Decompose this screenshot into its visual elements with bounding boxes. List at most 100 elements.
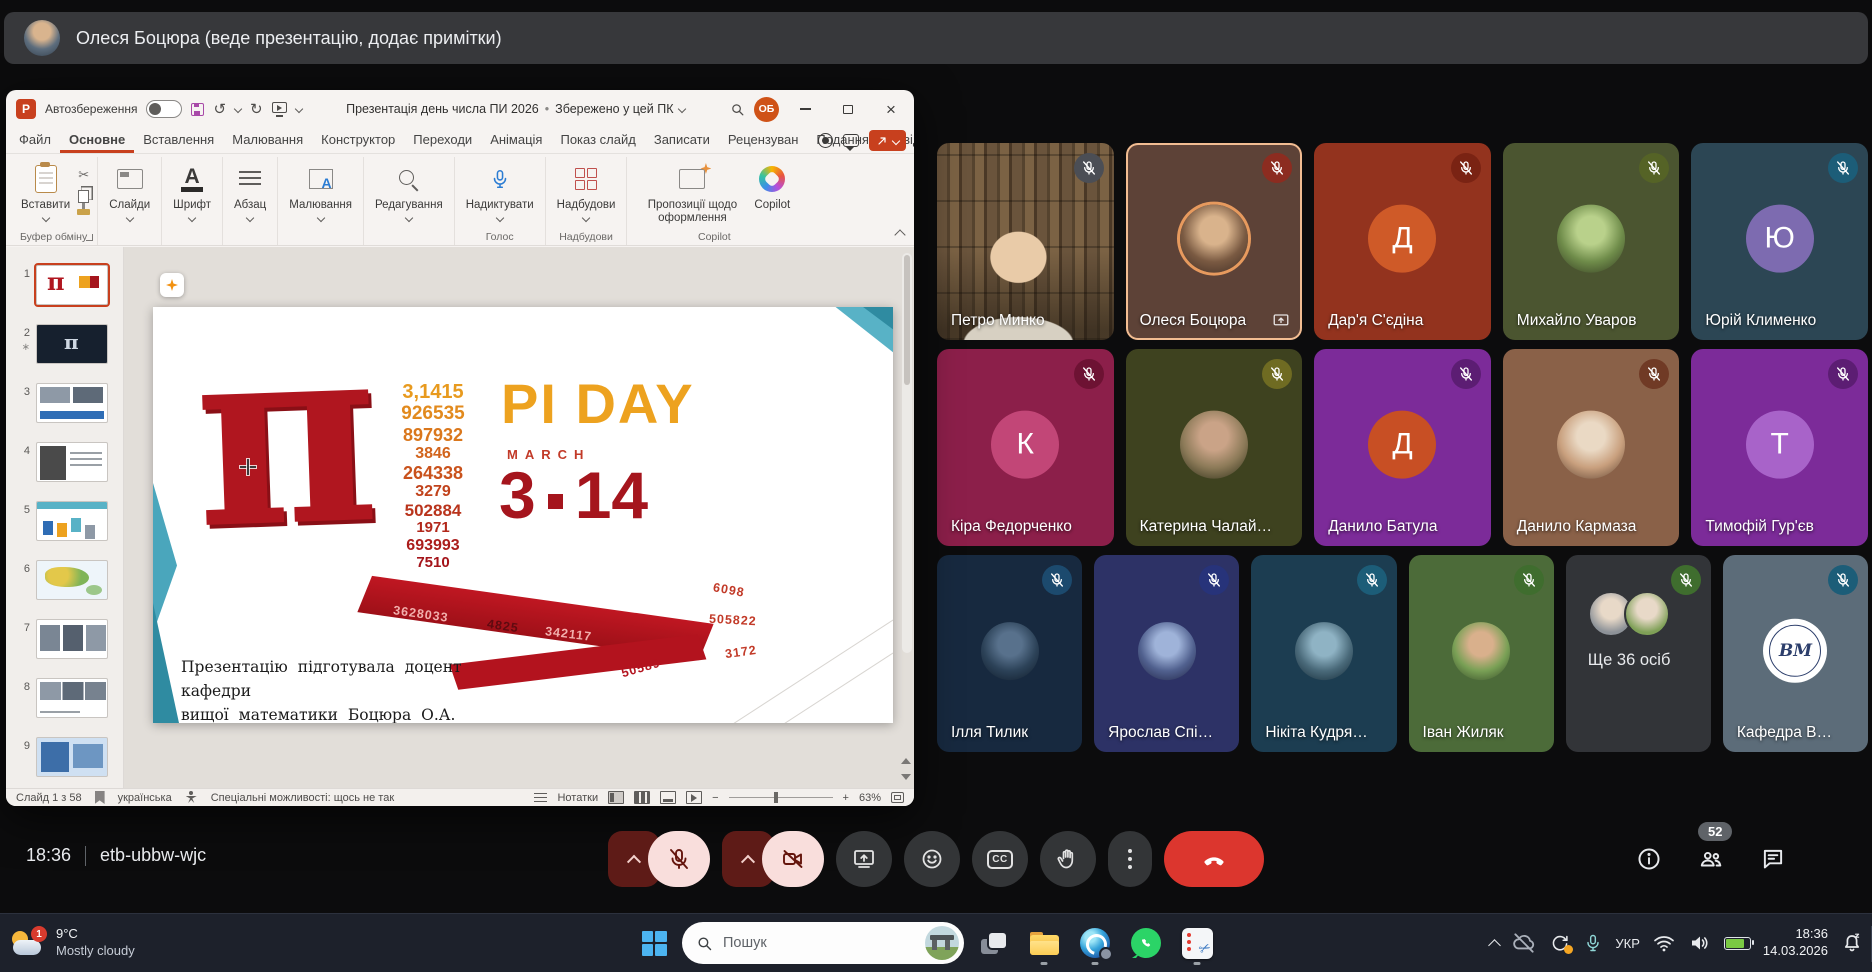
- activities-button[interactable]: [1822, 846, 1848, 872]
- slide-thumbnail[interactable]: [36, 737, 108, 777]
- slide-thumbnail[interactable]: [36, 442, 108, 482]
- participant-tile[interactable]: ДДар'я С'єдіна: [1314, 143, 1491, 340]
- maximize-button[interactable]: [831, 94, 865, 124]
- slide-scrollbar[interactable]: [902, 253, 912, 653]
- taskbar-clock[interactable]: 18:36 14.03.2026: [1763, 926, 1828, 960]
- meeting-details-button[interactable]: [1636, 846, 1662, 872]
- notes-button[interactable]: Нотатки: [557, 792, 598, 804]
- participant-tile[interactable]: Данило Кармаза: [1503, 349, 1680, 546]
- paragraph-button[interactable]: Абзац: [230, 160, 270, 223]
- participant-tile[interactable]: ДДанило Батула: [1314, 349, 1491, 546]
- slide-thumbnail[interactable]: [36, 265, 108, 305]
- font-button[interactable]: Шрифт: [169, 160, 215, 223]
- tab-file[interactable]: Файл: [10, 128, 60, 153]
- participant-tile[interactable]: Катерина Чалай…: [1126, 349, 1303, 546]
- reactions-button[interactable]: [904, 831, 960, 887]
- reading-view-icon[interactable]: [660, 791, 676, 804]
- captions-button[interactable]: CC: [972, 831, 1028, 887]
- dictate-button[interactable]: Надиктувати: [462, 160, 538, 223]
- tab-home[interactable]: Основне: [60, 128, 134, 153]
- tab-insert[interactable]: Вставлення: [134, 128, 223, 153]
- title-caret[interactable]: [678, 105, 686, 113]
- participant-tile[interactable]: Іван Жиляк: [1409, 555, 1554, 752]
- participant-tile[interactable]: Ілля Тилик: [937, 555, 1082, 752]
- battery-icon[interactable]: [1724, 937, 1751, 950]
- participant-tile[interactable]: Ярослав Спі…: [1094, 555, 1239, 752]
- participant-tile[interactable]: Михайло Уваров: [1503, 143, 1680, 340]
- camera-off-button[interactable]: [762, 831, 824, 887]
- zoom-in-icon[interactable]: +: [843, 792, 849, 804]
- quick-toolbar-caret[interactable]: [294, 105, 302, 113]
- participant-tile[interactable]: ЮЮрій Клименко: [1691, 143, 1868, 340]
- undo-caret[interactable]: [234, 105, 242, 113]
- undo-icon[interactable]: ↺: [213, 102, 226, 117]
- save-icon[interactable]: [191, 103, 204, 116]
- tray-expand-icon[interactable]: [1489, 939, 1502, 952]
- tab-slideshow[interactable]: Показ слайд: [551, 128, 644, 153]
- edge-button[interactable]: [1073, 919, 1117, 967]
- redo-icon[interactable]: ↻: [250, 102, 263, 117]
- participant-tile[interactable]: Петро Минко: [937, 143, 1114, 340]
- participants-button[interactable]: 52: [1698, 846, 1724, 872]
- slide-thumbnail[interactable]: [36, 383, 108, 423]
- slide-thumbnail[interactable]: [36, 324, 108, 364]
- search-box[interactable]: Пошук: [682, 922, 964, 964]
- bookmark-icon[interactable]: [95, 791, 105, 804]
- slide-thumbnail[interactable]: [36, 619, 108, 659]
- zoom-slider[interactable]: [729, 797, 833, 799]
- addins-button[interactable]: Надбудови: [553, 160, 620, 223]
- comments-icon[interactable]: [843, 134, 859, 147]
- tab-design[interactable]: Конструктор: [312, 128, 404, 153]
- copy-icon[interactable]: [78, 190, 89, 203]
- previous-slide-icon[interactable]: [901, 758, 911, 764]
- language-status[interactable]: українська: [118, 792, 172, 804]
- start-slideshow-icon[interactable]: [272, 102, 287, 113]
- minimize-button[interactable]: [788, 94, 822, 124]
- tab-record[interactable]: Записати: [645, 128, 719, 153]
- tab-review[interactable]: Рецензуван: [719, 128, 808, 153]
- participant-tile[interactable]: Ще 36 осіб: [1566, 555, 1711, 752]
- task-view-button[interactable]: [971, 919, 1015, 967]
- tab-draw[interactable]: Малювання: [223, 128, 312, 153]
- copilot-button[interactable]: Copilot: [750, 160, 794, 214]
- volume-icon[interactable]: [1688, 931, 1712, 955]
- zoom-out-icon[interactable]: −: [712, 792, 718, 804]
- onedrive-paused-icon[interactable]: [1511, 930, 1537, 956]
- tab-transitions[interactable]: Переходи: [404, 128, 481, 153]
- next-slide-icon[interactable]: [901, 774, 911, 780]
- participant-tile[interactable]: ККіра Федорченко: [937, 349, 1114, 546]
- zoom-level[interactable]: 63%: [859, 792, 881, 804]
- whatsapp-button[interactable]: [1124, 919, 1168, 967]
- normal-view-icon[interactable]: [608, 791, 624, 804]
- more-options-button[interactable]: [1108, 831, 1152, 887]
- autosave-toggle[interactable]: [146, 100, 182, 118]
- dialog-launcher-icon[interactable]: [86, 234, 93, 241]
- drawing-button[interactable]: Малювання: [285, 160, 356, 223]
- accessibility-status[interactable]: Спеціальні можливості: щось не так: [211, 792, 394, 804]
- editing-button[interactable]: Редагування: [371, 160, 447, 223]
- slide-thumbnail[interactable]: [36, 560, 108, 600]
- present-button[interactable]: [836, 831, 892, 887]
- participant-tile[interactable]: ТТимофій Гур'єв: [1691, 349, 1868, 546]
- paste-button[interactable]: Вставити: [17, 160, 74, 223]
- collapse-ribbon-icon[interactable]: [894, 229, 905, 240]
- notification-bell-icon[interactable]: [1840, 931, 1864, 955]
- account-avatar[interactable]: ОБ: [754, 97, 779, 122]
- file-explorer-button[interactable]: [1022, 919, 1066, 967]
- share-button[interactable]: [869, 130, 906, 151]
- raise-hand-button[interactable]: [1040, 831, 1096, 887]
- designer-chip[interactable]: [160, 273, 184, 297]
- slide-canvas[interactable]: π 3,141592653589793238462643383279502884…: [153, 307, 893, 723]
- sync-update-icon[interactable]: [1549, 932, 1571, 954]
- mic-mute-button[interactable]: [648, 831, 710, 887]
- participant-tile[interactable]: Нікіта Кудря…: [1251, 555, 1396, 752]
- fit-slide-icon[interactable]: [891, 792, 904, 803]
- format-painter-icon[interactable]: [77, 209, 90, 215]
- slide-sorter-icon[interactable]: [634, 791, 650, 804]
- close-button[interactable]: ×: [874, 94, 908, 124]
- snipping-tool-button[interactable]: [1175, 919, 1219, 967]
- weather-widget[interactable]: 1 9°C Mostly cloudy: [10, 914, 135, 972]
- participant-tile[interactable]: Олеся Боцюра: [1126, 143, 1303, 340]
- end-call-button[interactable]: [1164, 831, 1264, 887]
- record-icon[interactable]: [818, 133, 833, 148]
